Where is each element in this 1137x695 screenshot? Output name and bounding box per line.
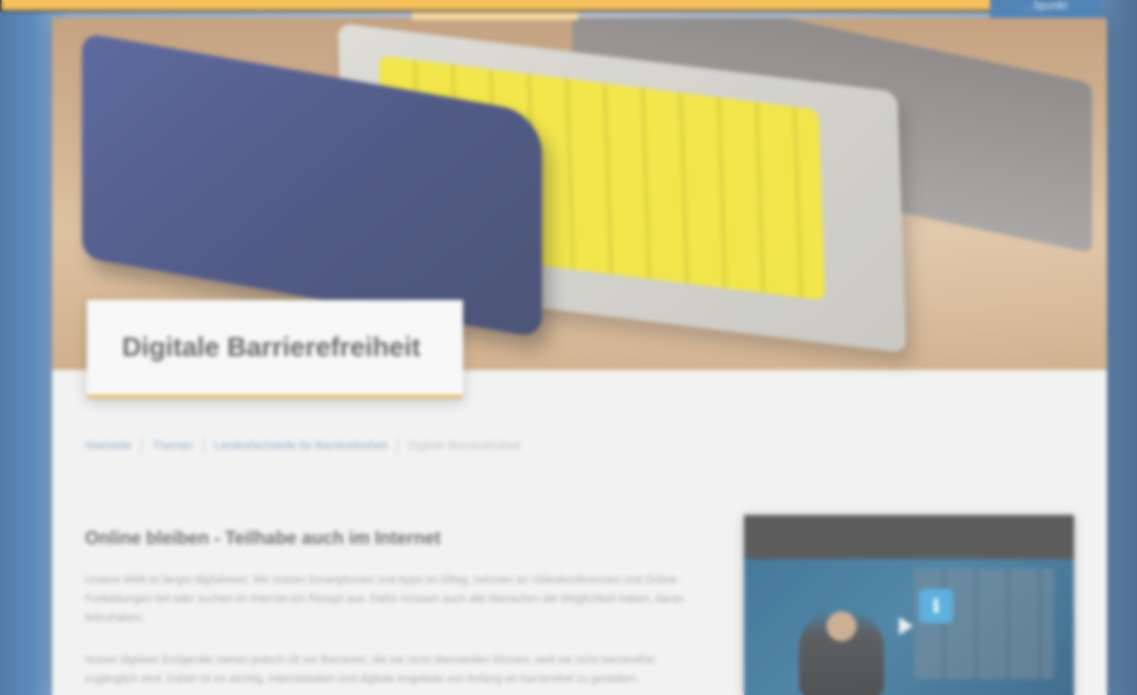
video-player[interactable]: ℹ: [744, 515, 1074, 695]
breadcrumb-separator: [202, 438, 204, 454]
breadcrumb-separator: [397, 438, 399, 454]
top-right-tab[interactable]: …bpunkt: [990, 0, 1100, 18]
top-accent-bar: [0, 0, 1000, 12]
page-title: Digitale Barrierefreiheit: [122, 332, 421, 362]
breadcrumb-item-startseite[interactable]: Startseite: [85, 440, 131, 452]
breadcrumb-separator: [141, 438, 143, 454]
video-presenter: [799, 609, 884, 695]
video-thumbnail[interactable]: ℹ: [744, 559, 1074, 695]
content-paragraph-2: Nutzer digitaler Endgeräte stehen jedoch…: [85, 654, 655, 685]
hero-title-card: Digitale Barrierefreiheit: [87, 300, 463, 398]
breadcrumb-current: Digitale Barrierefreiheit: [408, 440, 521, 452]
breadcrumb-item-themen[interactable]: Themen: [152, 440, 192, 452]
top-center-tab[interactable]: [412, 12, 578, 20]
page-frame: Digitale Barrierefreiheit Startseite The…: [52, 18, 1107, 695]
top-right-tab-label: …bpunkt: [1022, 0, 1068, 12]
video-keyboard-background: [914, 569, 1054, 679]
content-heading: Online bleiben - Teilhabe auch im Intern…: [85, 527, 441, 548]
breadcrumb-item-landesfachstelle[interactable]: Landesfachstelle für Barrierefreiheit: [214, 440, 388, 452]
content-paragraph-1: Unsere Welt ist längst digitalisiert. Wi…: [85, 574, 684, 624]
play-icon[interactable]: [899, 617, 913, 635]
info-icon: ℹ: [919, 589, 953, 623]
breadcrumb: Startseite Themen Landesfachstelle für B…: [85, 438, 520, 454]
